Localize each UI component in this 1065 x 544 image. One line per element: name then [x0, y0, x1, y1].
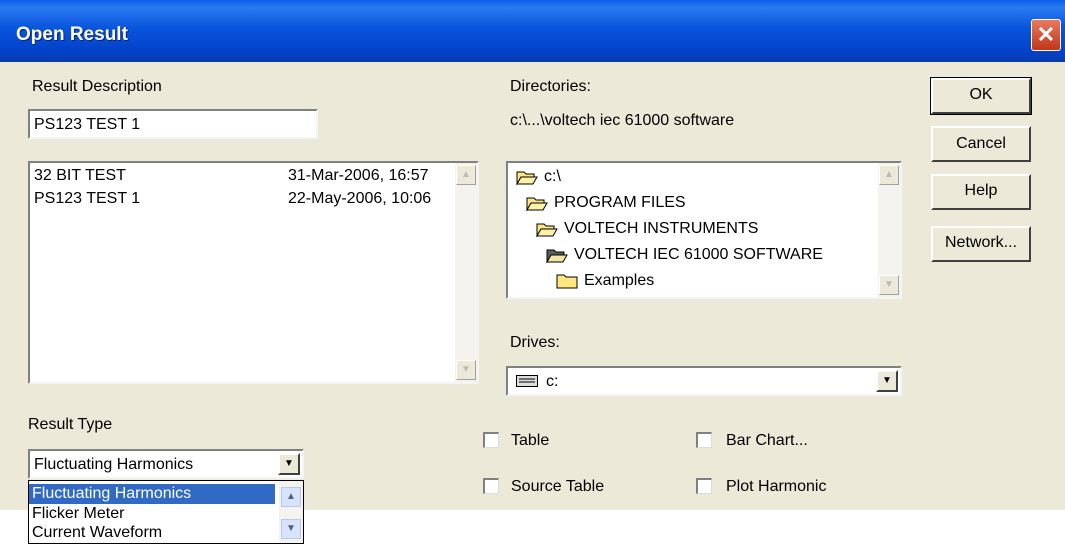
list-item-date: 22-May-2006, 10:06	[288, 190, 432, 207]
directories-label: Directories:	[510, 78, 591, 95]
open-folder-dark-icon	[546, 249, 568, 263]
source-table-checkbox-label: Source Table	[511, 478, 605, 495]
result-description-label: Result Description	[32, 78, 162, 95]
table-checkbox[interactable]	[483, 432, 499, 448]
result-type-label: Result Type	[28, 416, 113, 433]
open-result-dialog: Open Result ✕ Result Description PS123 T…	[0, 0, 1065, 510]
option-flicker-meter[interactable]: Flicker Meter	[32, 505, 124, 523]
source-table-checkbox[interactable]	[483, 478, 499, 494]
result-type-dropdown-arrow-icon[interactable]: ▼	[278, 453, 300, 475]
list-item-date: 31-Mar-2006, 16:57	[288, 167, 429, 184]
option-fluctuating-harmonics[interactable]: Fluctuating Harmonics	[29, 484, 275, 504]
bar-chart-checkbox[interactable]	[696, 432, 712, 448]
dir-item-voltech-iec-61000-software[interactable]: VOLTECH IEC 61000 SOFTWARE	[546, 246, 823, 264]
drives-value: c:	[546, 373, 559, 390]
bar-chart-checkbox-label: Bar Chart...	[726, 432, 808, 449]
plot-harmonic-checkbox-label: Plot Harmonic	[726, 478, 827, 495]
dir-item-program-files[interactable]: PROGRAM FILES	[526, 194, 686, 212]
drives-label: Drives:	[510, 334, 560, 351]
scroll-up-icon[interactable]: ▲	[456, 165, 476, 185]
option-current-waveform[interactable]: Current Waveform	[32, 524, 162, 542]
dir-item-voltech-instruments[interactable]: VOLTECH INSTRUMENTS	[536, 220, 758, 238]
scroll-up-icon[interactable]: ▲	[281, 487, 301, 507]
result-type-options-list[interactable]: Fluctuating Harmonics Flicker Meter Curr…	[28, 480, 304, 544]
result-type-dropdown[interactable]: Fluctuating Harmonics ▼	[28, 449, 304, 479]
directory-tree[interactable]: c:\ PROGRAM FILES VOLTECH INSTRUMENTS VO…	[506, 161, 902, 299]
ok-button[interactable]: OK	[930, 77, 1032, 115]
list-item[interactable]: 32 BIT TEST	[34, 167, 126, 185]
scroll-up-icon[interactable]: ▲	[879, 165, 899, 185]
result-name: 32 BIT TEST	[34, 167, 126, 184]
dir-item-examples[interactable]: Examples	[556, 272, 654, 290]
open-folder-icon	[526, 197, 548, 211]
current-directory-path: c:\...\voltech iec 61000 software	[510, 112, 735, 129]
directory-scrollbar[interactable]: ▲ ▼	[878, 163, 900, 297]
cancel-button[interactable]: Cancel	[931, 126, 1031, 162]
result-list[interactable]: 32 BIT TEST 31-Mar-2006, 16:57 PS123 TES…	[28, 161, 479, 384]
drives-dropdown[interactable]: c: ▼	[506, 366, 902, 396]
help-button[interactable]: Help	[931, 174, 1031, 210]
result-list-scrollbar[interactable]: ▲ ▼	[455, 163, 477, 382]
options-scrollbar[interactable]: ▲ ▼	[279, 481, 303, 543]
dialog-title: Open Result	[16, 24, 128, 45]
plot-harmonic-checkbox[interactable]	[696, 478, 712, 494]
result-description-value: PS123 TEST 1	[34, 116, 141, 133]
scroll-down-icon[interactable]: ▼	[281, 519, 301, 539]
close-button[interactable]: ✕	[1031, 19, 1061, 51]
open-folder-icon	[536, 223, 558, 237]
title-bar[interactable]: Open Result ✕	[0, 0, 1065, 62]
list-item[interactable]: PS123 TEST 1	[34, 190, 140, 208]
dir-item-c[interactable]: c:\	[516, 168, 561, 186]
result-name: PS123 TEST 1	[34, 190, 141, 207]
result-type-value: Fluctuating Harmonics	[34, 456, 194, 473]
open-folder-icon	[516, 171, 538, 185]
table-checkbox-label: Table	[511, 432, 550, 449]
scroll-down-icon[interactable]: ▼	[456, 360, 476, 380]
folder-icon	[556, 274, 578, 289]
scroll-down-icon[interactable]: ▼	[879, 275, 899, 295]
drive-icon	[516, 375, 538, 387]
drives-dropdown-arrow-icon[interactable]: ▼	[876, 370, 898, 392]
result-description-input[interactable]: PS123 TEST 1	[28, 109, 318, 139]
network-button[interactable]: Network...	[931, 226, 1031, 262]
